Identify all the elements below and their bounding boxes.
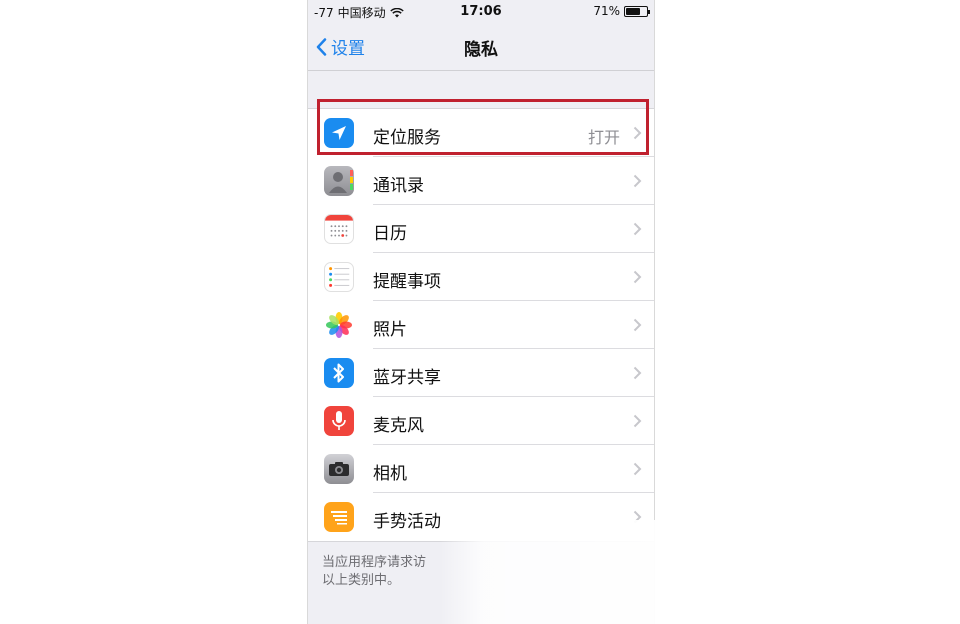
chevron-right-icon — [633, 270, 642, 284]
footer-note: 当应用程序请求访 以上类别中。 — [322, 554, 642, 590]
row-calendar[interactable]: 日历 — [308, 205, 654, 253]
chevron-right-icon — [633, 174, 642, 188]
row-label: 麦克风 — [373, 416, 424, 436]
row-contacts[interactable]: 通讯录 — [308, 157, 654, 205]
contacts-icon — [324, 166, 354, 196]
row-location-services[interactable]: 定位服务 打开 — [308, 109, 654, 157]
chevron-right-icon — [633, 126, 642, 140]
battery-percent: 71% — [593, 4, 620, 18]
row-label: 相机 — [373, 464, 407, 484]
row-microphone[interactable]: 麦克风 — [308, 397, 654, 445]
row-label: 定位服务 — [373, 128, 441, 148]
footer-line-1: 当应用程序请求访 — [322, 555, 427, 570]
privacy-list: 定位服务 打开 通讯录 日历 提醒事项 照片 蓝牙共享 麦克风 相机 手势活动 — [308, 108, 654, 542]
row-reminders[interactable]: 提醒事项 — [308, 253, 654, 301]
row-photos[interactable]: 照片 — [308, 301, 654, 349]
row-label: 照片 — [373, 320, 407, 340]
microphone-icon — [324, 406, 354, 436]
row-label: 日历 — [373, 224, 407, 244]
page-title: 隐私 — [464, 40, 498, 60]
chevron-right-icon — [633, 510, 642, 524]
bluetooth-icon — [324, 358, 354, 388]
chevron-right-icon — [633, 366, 642, 380]
row-motion-activity[interactable]: 手势活动 — [308, 493, 654, 541]
navigation-bar: 设置 隐私 — [308, 22, 654, 71]
calendar-icon — [324, 214, 354, 244]
row-camera[interactable]: 相机 — [308, 445, 654, 493]
row-bluetooth-sharing[interactable]: 蓝牙共享 — [308, 349, 654, 397]
status-bar: -77 中国移动 17:06 71% — [308, 0, 654, 22]
chevron-right-icon — [633, 222, 642, 236]
row-label: 通讯录 — [373, 176, 424, 196]
camera-icon — [324, 454, 354, 484]
status-right: 71% — [593, 4, 650, 18]
row-label: 手势活动 — [373, 512, 441, 532]
battery-icon — [624, 5, 650, 17]
row-label: 蓝牙共享 — [373, 368, 441, 388]
row-label: 提醒事项 — [373, 272, 441, 292]
reminders-icon — [324, 262, 354, 292]
location-arrow-icon — [324, 118, 354, 148]
chevron-right-icon — [633, 318, 642, 332]
motion-activity-icon — [324, 502, 354, 532]
battery-fill — [626, 7, 640, 15]
chevron-right-icon — [633, 414, 642, 428]
photos-icon — [324, 310, 354, 340]
row-value: 打开 — [587, 128, 620, 147]
phone-screen: -77 中国移动 17:06 71% 设置 隐私 定位服务 打开 通讯录 日历 … — [307, 0, 655, 624]
footer-line-2: 以上类别中。 — [322, 573, 401, 588]
chevron-right-icon — [633, 462, 642, 476]
